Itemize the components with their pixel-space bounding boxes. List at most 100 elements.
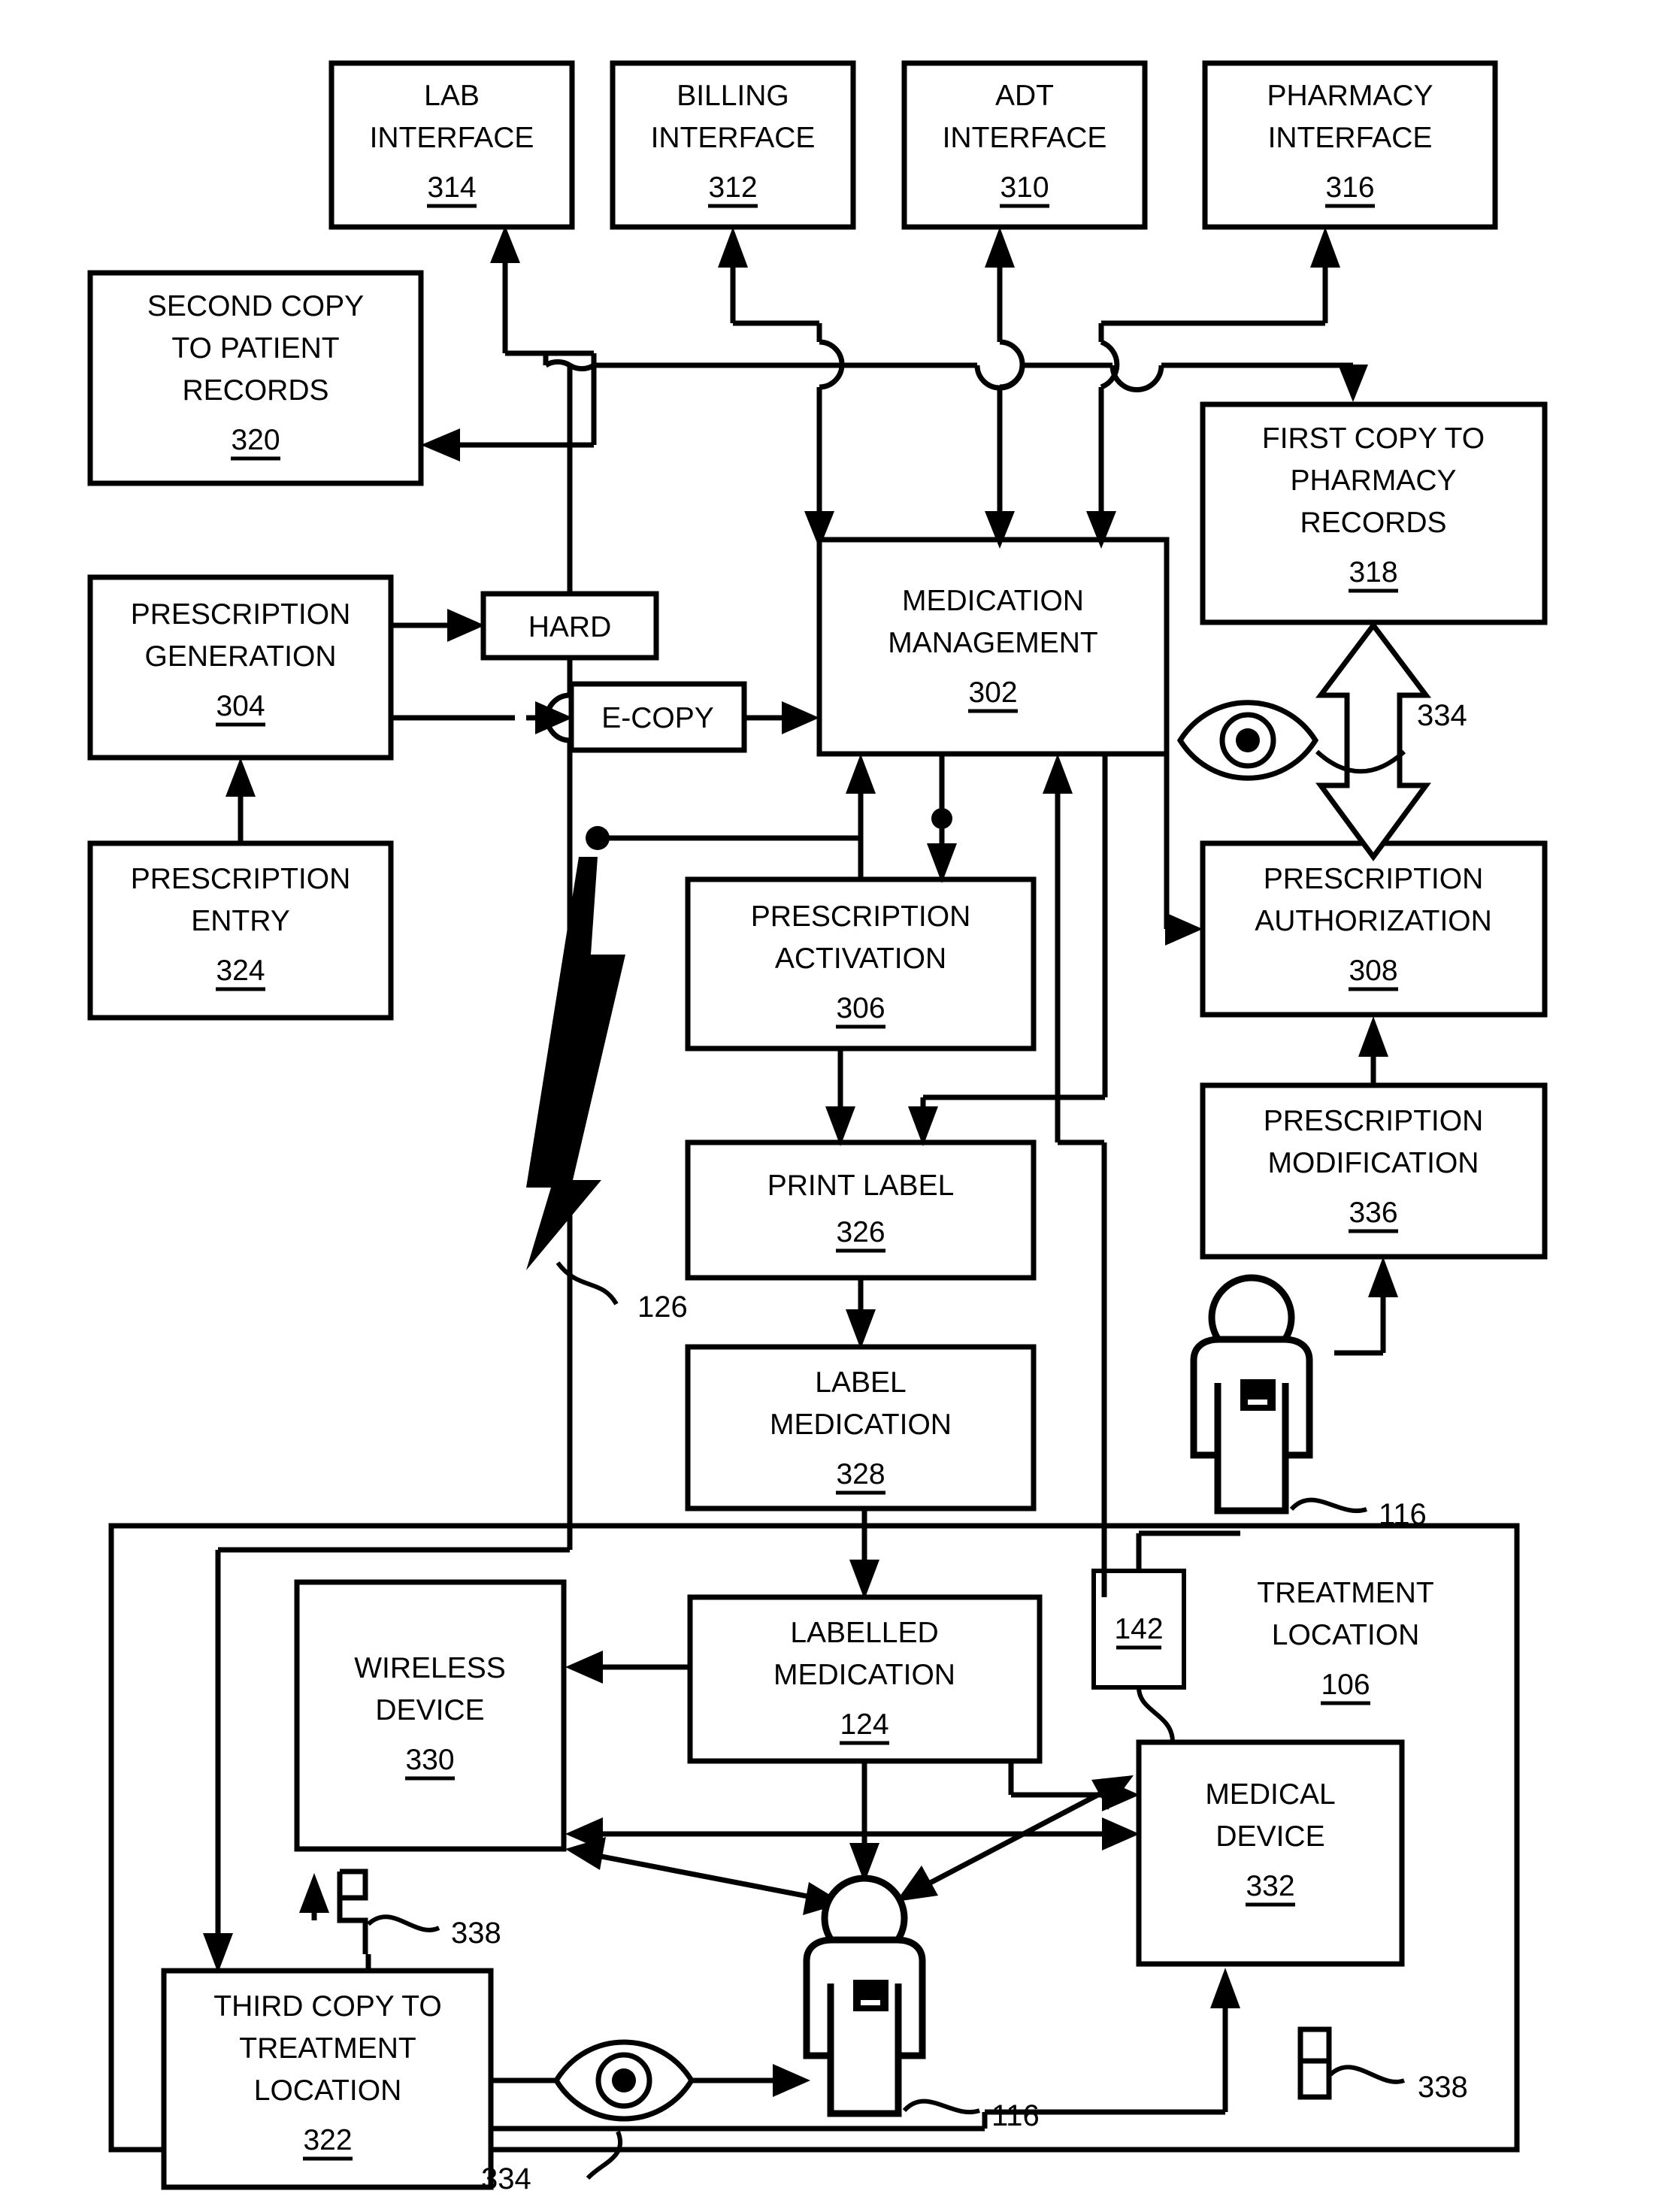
hard-label: HARD [528,611,612,643]
box-medication-management[interactable]: MEDICATION MANAGEMENT 302 [816,537,1170,757]
pharmacy-interface-ref: 316 [1325,171,1374,204]
connector-bottom-to-medmgmt [1043,754,1107,1597]
scanner-right-ref: 338 [1418,2071,1468,2104]
third-copy-line3: LOCATION [254,2074,401,2107]
connector-presmod-to-presauth [1358,1016,1388,1085]
billing-interface-line1: BILLING [677,80,789,112]
box-prescription-entry[interactable]: PRESCRIPTION ENTRY 324 [87,840,394,1021]
patient-figure-icon-upper: 116 [1190,1274,1427,1531]
box-prescription-generation[interactable]: PRESCRIPTION GENERATION 304 [87,574,394,761]
prescription-activation-ref: 306 [836,992,885,1024]
connector-medmgmt-to-presactivation [927,754,957,883]
box-label-medication[interactable]: LABEL MEDICATION 328 [685,1344,1037,1511]
box-prescription-authorization[interactable]: PRESCRIPTION AUTHORIZATION 308 [1200,840,1548,1018]
box-billing-interface[interactable]: BILLING INTERFACE 312 [610,60,856,230]
medication-management-ref: 302 [968,676,1017,709]
first-copy-line3: RECORDS [1300,507,1446,539]
adt-interface-line2: INTERFACE [943,122,1107,154]
treatment-location-ref: 106 [1321,1669,1370,1701]
labelled-medication-line2: MEDICATION [773,1659,955,1691]
prescription-generation-line1: PRESCRIPTION [131,598,351,631]
print-label-line1: PRINT LABEL [767,1170,955,1202]
box-print-label[interactable]: PRINT LABEL 326 [685,1139,1037,1281]
prescription-entry-line2: ENTRY [191,905,289,937]
eye-icon-upper: 334 [1176,699,1467,781]
medication-management-line2: MANAGEMENT [888,627,1098,659]
bus-upper [594,362,1368,402]
box-pharmacy-interface[interactable]: PHARMACY INTERFACE 316 [1202,60,1498,230]
lightning-ref: 126 [637,1291,688,1324]
box-adt-interface[interactable]: ADT INTERFACE 310 [901,60,1148,230]
prescription-generation-ref: 304 [216,690,265,722]
second-copy-line2: TO PATIENT [171,332,339,365]
box-lab-interface[interactable]: LAB INTERFACE 314 [328,60,575,230]
eye-upper-ref: 334 [1417,699,1467,732]
wireless-device-line2: DEVICE [375,1694,484,1726]
ecopy-label: E-COPY [601,702,714,734]
print-label-ref: 326 [836,1216,885,1248]
prescription-authorization-line1: PRESCRIPTION [1264,863,1484,895]
prescription-modification-line1: PRESCRIPTION [1264,1105,1484,1137]
connector-printlabel-to-labelmedication [846,1278,876,1349]
prescription-authorization-line2: AUTHORIZATION [1255,905,1492,937]
box-medical-device[interactable]: MEDICAL DEVICE 332 [1136,1739,1405,1967]
connector-medmgmt-to-presauth [1164,754,1203,946]
treatment-location-line2: LOCATION [1272,1619,1419,1651]
prescription-entry-ref: 324 [216,955,265,987]
medical-device-line1: MEDICAL [1205,1778,1335,1811]
box-hard[interactable]: HARD [480,591,659,661]
medication-management-line1: MEDICATION [902,585,1084,617]
box-labelled-medication[interactable]: LABELLED MEDICATION 124 [687,1594,1043,1764]
patient-lower-ref: 116 [991,2099,1040,2132]
third-copy-line2: TREATMENT [239,2032,416,2065]
box-third-copy-to-treatment-location[interactable]: THIRD COPY TO TREATMENT LOCATION 322 [161,1968,494,2190]
tag-142-ref: 142 [1114,1613,1163,1645]
label-medication-ref: 328 [836,1458,885,1490]
first-copy-line1: FIRST COPY TO [1262,422,1485,455]
medical-device-line2: DEVICE [1215,1820,1324,1853]
first-copy-ref: 318 [1349,556,1397,589]
second-copy-line1: SECOND COPY [147,290,364,322]
box-wireless-device[interactable]: WIRELESS DEVICE 330 [294,1579,567,1852]
prescription-modification-line2: MODIFICATION [1268,1147,1479,1179]
billing-interface-ref: 312 [708,171,757,204]
connector-presactivation-to-printlabel [825,1049,855,1146]
third-copy-ref: 322 [303,2124,352,2156]
labelled-medication-line1: LABELLED [790,1617,938,1649]
prescription-modification-ref: 336 [1349,1197,1397,1229]
patent-figure-canvas: LAB INTERFACE 314 BILLING INTERFACE 312 … [0,0,1668,2212]
box-second-copy-to-patient-records[interactable]: SECOND COPY TO PATIENT RECORDS 320 [87,270,424,486]
connector-presentry-to-presgen [226,758,256,843]
adt-interface-ref: 310 [1000,171,1049,204]
eye-lower-ref: 334 [481,2162,531,2195]
second-copy-line3: RECORDS [182,374,328,407]
prescription-entry-line1: PRESCRIPTION [131,863,351,895]
lab-interface-line2: INTERFACE [370,122,534,154]
labelled-medication-ref: 124 [840,1708,888,1741]
connector-patient-to-presmod [1334,1257,1398,1356]
prescription-generation-line2: GENERATION [145,640,337,673]
lab-interface-ref: 314 [427,171,476,204]
double-headed-arrow-icon [1315,621,1432,861]
patient-upper-ref: 116 [1379,1498,1427,1531]
second-copy-ref: 320 [231,424,280,456]
box-prescription-modification[interactable]: PRESCRIPTION MODIFICATION 336 [1200,1082,1548,1260]
lab-interface-line1: LAB [424,80,480,112]
box-first-copy-to-pharmacy-records[interactable]: FIRST COPY TO PHARMACY RECORDS 318 [1200,401,1548,625]
box-prescription-activation[interactable]: PRESCRIPTION ACTIVATION 306 [685,876,1037,1052]
box-ecopy[interactable]: E-COPY [568,681,747,753]
adt-interface-line1: ADT [995,80,1054,112]
wireless-device-ref: 330 [405,1744,454,1776]
pharmacy-interface-line2: INTERFACE [1268,122,1433,154]
label-medication-line2: MEDICATION [770,1409,952,1441]
treatment-location-line1: TREATMENT [1257,1577,1433,1609]
prescription-authorization-ref: 308 [1349,955,1397,987]
first-copy-line2: PHARMACY [1290,464,1456,497]
billing-interface-line2: INTERFACE [651,122,816,154]
third-copy-line1: THIRD COPY TO [213,1990,441,2023]
connector-to-billing-interface [718,227,845,549]
prescription-activation-line1: PRESCRIPTION [751,900,971,933]
prescription-activation-line2: ACTIVATION [775,943,946,975]
wireless-device-line1: WIRELESS [354,1652,506,1684]
box-tag-142[interactable]: 142 [1091,1569,1186,1690]
